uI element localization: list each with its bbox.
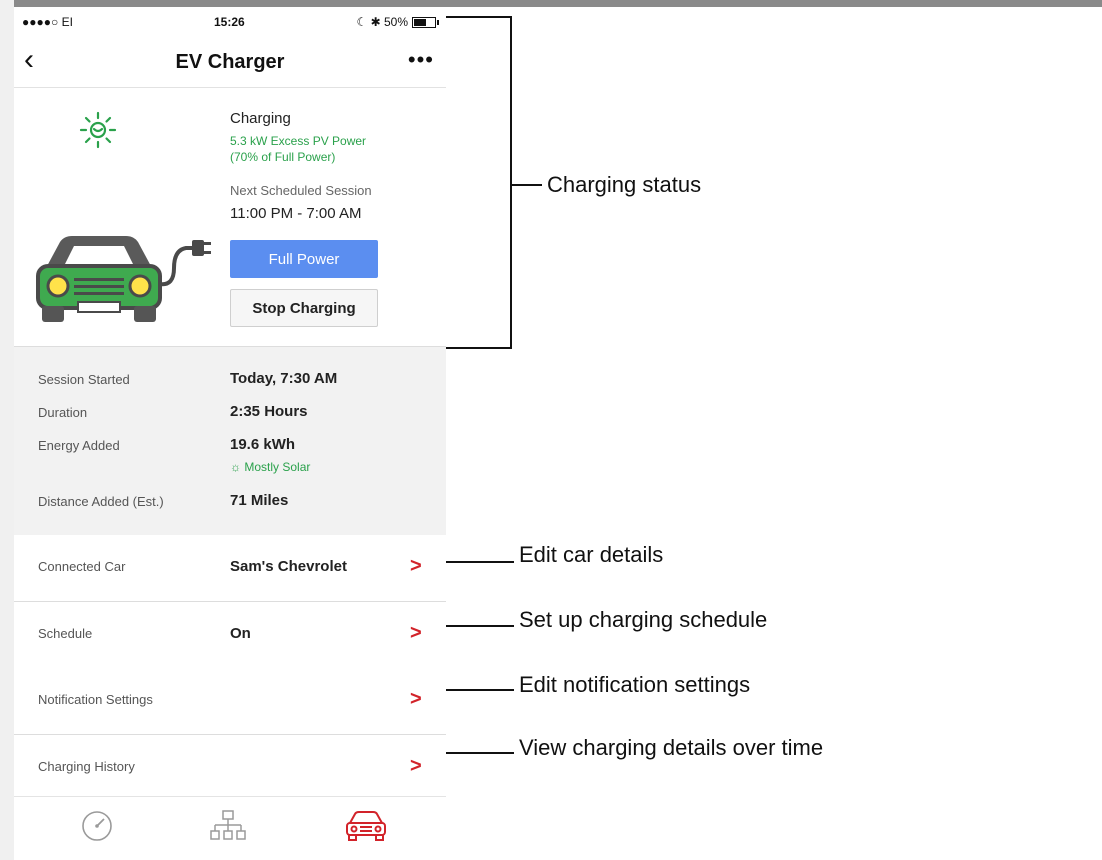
- row-value: On: [230, 625, 251, 642]
- window-frame-left: [0, 0, 14, 860]
- chevron-right-icon[interactable]: >: [410, 688, 422, 711]
- signal-indicator: ●●●●○ EI: [22, 15, 73, 29]
- list-row-notification-settings[interactable]: Notification Settings >: [14, 668, 446, 735]
- status-icons: ☾ ✱ 50%: [356, 15, 409, 29]
- row-label: Connected Car: [38, 559, 126, 574]
- page-title: EV Charger: [175, 51, 285, 73]
- charging-state: Charging: [230, 110, 291, 127]
- annotation-leader-history: [446, 752, 514, 754]
- duration-value: 2:35 Hours: [230, 403, 308, 420]
- session-started-label: Session Started: [38, 372, 130, 387]
- next-session-label: Next Scheduled Session: [230, 183, 372, 198]
- duration-label: Duration: [38, 405, 88, 420]
- solar-note: ☼ Mostly Solar: [230, 460, 310, 474]
- chevron-right-icon[interactable]: >: [410, 755, 422, 778]
- annotation-edit-car: Edit car details: [519, 542, 664, 567]
- solar-note-text: Mostly Solar: [244, 460, 311, 474]
- full-power-button[interactable]: Full Power: [230, 240, 378, 278]
- row-label: Schedule: [38, 626, 93, 641]
- window-frame-top: [0, 0, 1102, 7]
- annotation-leader-car: [446, 561, 514, 563]
- annotation-history: View charging details over time: [519, 735, 824, 760]
- list-row-connected-car[interactable]: Connected Car Sam's Chevrolet >: [14, 535, 446, 602]
- clock: 15:26: [214, 15, 245, 29]
- full-power-percent: (70% of Full Power): [230, 150, 336, 164]
- nav-bar: ‹ EV Charger •••: [14, 35, 446, 88]
- energy-added-value: 19.6 kWh: [230, 436, 296, 453]
- annotation-bracket-top: [446, 16, 512, 18]
- more-horizontal-icon[interactable]: •••: [408, 47, 434, 73]
- annotation-bracket-vertical: [510, 16, 512, 349]
- annotation-bracket-bottom: [446, 347, 512, 349]
- network-icon[interactable]: [210, 809, 246, 843]
- energy-added-label: Energy Added: [38, 438, 120, 453]
- chevron-right-icon[interactable]: >: [410, 555, 422, 578]
- stop-charging-button[interactable]: Stop Charging: [230, 289, 378, 327]
- row-value: Sam's Chevrolet: [230, 558, 347, 575]
- list-row-charging-history[interactable]: Charging History >: [14, 735, 446, 795]
- status-right: ☾ ✱ 50%: [356, 15, 439, 29]
- annotation-charging-status: Charging status: [547, 172, 702, 197]
- status-bar: ●●●●○ EI 15:26 ☾ ✱ 50%: [14, 7, 446, 35]
- annotation-schedule: Set up charging schedule: [519, 607, 768, 632]
- row-label: Notification Settings: [38, 692, 153, 707]
- annotation-leader-status: [512, 184, 542, 186]
- distance-added-label: Distance Added (Est.): [38, 494, 164, 509]
- tab-bar: [14, 796, 446, 853]
- annotation-leader-notifications: [446, 689, 514, 691]
- distance-added-value: 71 Miles: [230, 492, 289, 509]
- charging-status-panel: Charging 5.3 kW Excess PV Power (70% of …: [14, 88, 446, 347]
- pv-power-info: 5.3 kW Excess PV Power (70% of Full Powe…: [230, 133, 366, 165]
- battery-icon: [412, 16, 439, 28]
- row-label: Charging History: [38, 759, 135, 774]
- phone-screen: ●●●●○ EI 15:26 ☾ ✱ 50% ‹ EV Charger •••: [14, 7, 446, 853]
- annotation-notifications: Edit notification settings: [519, 672, 751, 697]
- next-session-time: 11:00 PM - 7:00 AM: [230, 205, 362, 222]
- pv-power-line: 5.3 kW Excess PV Power: [230, 134, 367, 148]
- chevron-right-icon[interactable]: >: [410, 622, 422, 645]
- small-sun-icon: ☼: [230, 460, 241, 474]
- gauge-icon[interactable]: [80, 809, 114, 843]
- car-icon[interactable]: [344, 809, 388, 843]
- sun-icon: [79, 111, 117, 149]
- session-started-value: Today, 7:30 AM: [230, 370, 338, 387]
- annotation-leader-schedule: [446, 625, 514, 627]
- list-row-schedule[interactable]: Schedule On >: [14, 602, 446, 668]
- session-details: Session Started Today, 7:30 AM Duration …: [14, 347, 446, 535]
- ev-car-illustration: [36, 236, 211, 322]
